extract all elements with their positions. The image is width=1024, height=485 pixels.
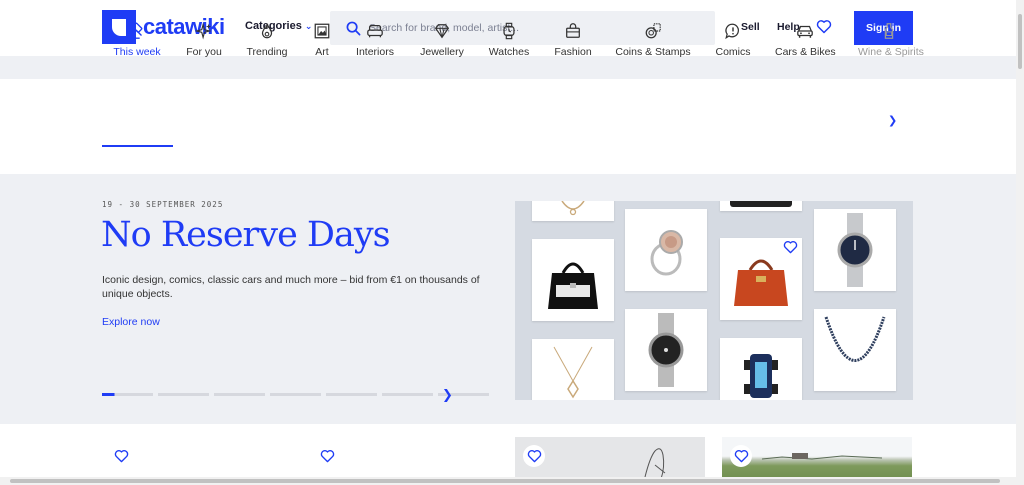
category-fashion[interactable]: Fashion: [553, 22, 593, 68]
favourite-button[interactable]: [730, 445, 752, 467]
sparkle-icon: [195, 22, 212, 40]
heart-icon: [734, 450, 748, 463]
carousel-dot[interactable]: [382, 393, 433, 396]
page: catawiki Categories⌄ Sell Help Sign in T…: [0, 0, 1024, 485]
item-tile: [720, 238, 802, 320]
category-wine-spirits[interactable]: Wine & Spirits: [858, 22, 924, 68]
category-label: Art: [315, 46, 329, 58]
category-coins-stamps[interactable]: Coins & Stamps: [615, 22, 691, 68]
coin-icon: [645, 23, 661, 39]
necklace-image: [561, 201, 585, 216]
heart-icon: [114, 450, 128, 463]
watch-icon: [503, 22, 515, 40]
item-tile: [532, 339, 614, 400]
hero-title: No Reserve Days: [101, 215, 391, 255]
carousel-dot[interactable]: [102, 393, 153, 396]
bottle-icon: [884, 23, 894, 39]
sofa-icon: [367, 24, 383, 38]
category-label: Comics: [715, 46, 751, 58]
category-label: Watches: [488, 46, 530, 58]
hero-description: Iconic design, comics, classic cars and …: [102, 274, 480, 300]
carousel-indicators: [102, 393, 489, 396]
speech-bubble-icon: [725, 23, 739, 40]
explore-now-link[interactable]: Explore now: [102, 316, 160, 328]
category-label: Interiors: [356, 46, 394, 58]
toy-car-image: [744, 354, 778, 398]
favourite-button[interactable]: [316, 445, 338, 467]
frame-icon: [314, 23, 330, 39]
favourite-button[interactable]: [110, 445, 132, 467]
category-fade: [850, 96, 920, 146]
carousel-dot[interactable]: [214, 393, 265, 396]
category-cars-bikes[interactable]: Cars & Bikes: [775, 22, 836, 68]
category-watches[interactable]: Watches: [488, 22, 530, 68]
tennis-necklace-image: [824, 316, 886, 362]
category-label: Jewellery: [420, 46, 464, 58]
category-art[interactable]: Art: [310, 22, 334, 68]
item-tile: [814, 209, 896, 291]
category-trending[interactable]: Trending: [245, 22, 289, 68]
category-comics[interactable]: Comics: [714, 22, 752, 68]
diamond-icon: [434, 24, 450, 39]
horizontal-scrollbar-thumb[interactable]: [10, 479, 1000, 483]
heart-icon: [527, 450, 541, 463]
active-category-indicator: [102, 145, 173, 147]
category-label: Trending: [246, 46, 288, 58]
item-tile: [532, 239, 614, 321]
hero-collage-image: [515, 201, 913, 400]
item-tile: [720, 338, 802, 400]
carousel-next-icon[interactable]: ❯: [442, 387, 453, 403]
carousel-dot[interactable]: [158, 393, 209, 396]
category-label: For you: [186, 46, 222, 58]
dive-watch-image: [648, 313, 684, 387]
bag-icon: [566, 23, 580, 38]
hero-date: 19 - 30 SEPTEMBER 2025: [102, 200, 224, 209]
category-label: Wine & Spirits: [858, 46, 924, 58]
category-label: Cars & Bikes: [775, 46, 836, 58]
steel-watch-image: [837, 213, 873, 287]
favourite-heart-icon[interactable]: [783, 240, 798, 254]
flame-icon: [261, 23, 273, 39]
category-scroll-right-icon[interactable]: ❯: [888, 114, 897, 127]
category-this-week[interactable]: This week: [112, 22, 162, 68]
ring-image: [650, 230, 683, 276]
carousel-dot[interactable]: [270, 393, 321, 396]
item-tile: [625, 209, 707, 291]
vertical-scrollbar-thumb[interactable]: [1018, 14, 1022, 69]
heart-icon: [320, 450, 334, 463]
pendant-necklace-image: [553, 346, 593, 399]
category-interiors[interactable]: Interiors: [355, 22, 395, 68]
handbag-image: [548, 262, 598, 309]
item-tile: [625, 309, 707, 391]
car-icon: [797, 25, 813, 38]
category-jewellery[interactable]: Jewellery: [419, 22, 465, 68]
category-label: Fashion: [554, 46, 592, 58]
item-tile: [720, 201, 802, 211]
item-tile: [532, 201, 614, 221]
vertical-scrollbar[interactable]: [1016, 0, 1024, 485]
category-label: This week: [113, 46, 161, 58]
category-for-you[interactable]: For you: [184, 22, 224, 68]
gavel-icon: [130, 22, 143, 39]
category-label: Coins & Stamps: [615, 46, 691, 58]
item-tile: [814, 309, 896, 391]
favourite-button[interactable]: [523, 445, 545, 467]
carousel-dot[interactable]: [326, 393, 377, 396]
clutch-image: [730, 201, 792, 207]
